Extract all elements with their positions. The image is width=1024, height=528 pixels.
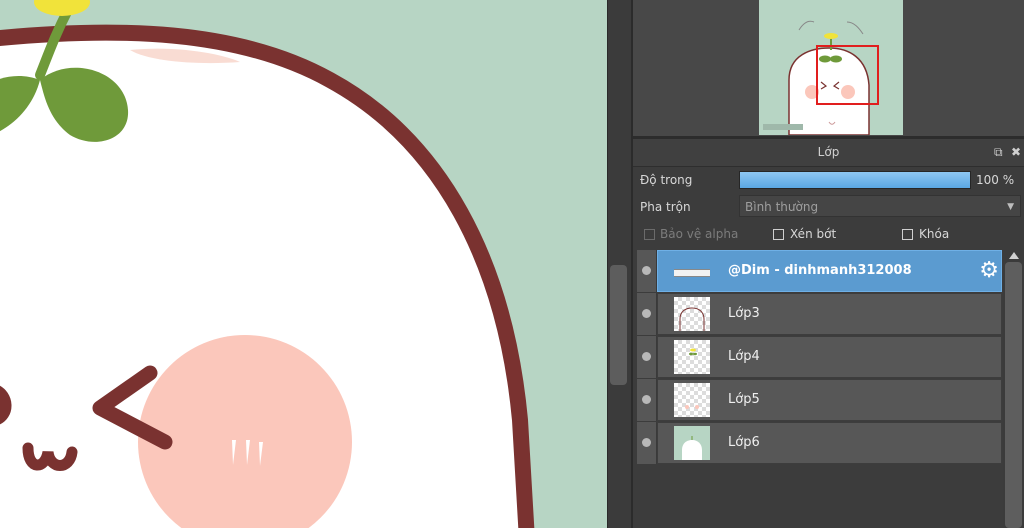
layer-row[interactable]: Lớp4 [637, 336, 1003, 378]
visibility-toggle[interactable] [637, 422, 657, 464]
opacity-slider-fill [740, 172, 970, 188]
visibility-toggle[interactable] [637, 250, 657, 292]
protect-alpha-label: Bảo vệ alpha [660, 227, 739, 241]
layer-row[interactable]: Lớp6 [637, 422, 1003, 464]
lock-checkbox[interactable] [902, 229, 913, 240]
canvas-vertical-scrollbar[interactable] [607, 0, 634, 528]
layer-row[interactable]: Lớp3 [637, 293, 1003, 335]
opacity-label: Độ trong [640, 173, 693, 187]
layer-row-body[interactable]: Lớp6 [657, 422, 1002, 464]
layer-list-scrollbar[interactable] [1003, 250, 1024, 528]
layer-row-body[interactable]: Lớp4 [657, 336, 1002, 378]
opacity-value: 100 % [976, 173, 1015, 187]
visibility-toggle[interactable] [637, 379, 657, 421]
eye-dot-icon [642, 395, 651, 404]
layer-row-body[interactable]: Lớp5 [657, 379, 1002, 421]
blend-mode-label: Pha trộn [640, 200, 691, 214]
drawing-canvas[interactable] [0, 0, 607, 528]
visibility-toggle[interactable] [637, 336, 657, 378]
eye-dot-icon [642, 352, 651, 361]
navigator-preview-artwork [763, 20, 879, 135]
layer-row[interactable]: @Dim - dinhmanh312008 ⚙ [637, 250, 1003, 292]
layer-row-body[interactable]: @Dim - dinhmanh312008 ⚙ [657, 250, 1002, 292]
layer-thumbnail [674, 340, 710, 374]
layer-name: Lớp6 [728, 435, 760, 450]
popout-icon[interactable]: ⧉ [994, 139, 1003, 166]
layer-name: Lớp5 [728, 392, 760, 407]
blend-mode-select[interactable]: Bình thường ▼ [739, 195, 1021, 217]
clipping-label: Xén bớt [790, 227, 837, 241]
eye-dot-icon [642, 438, 651, 447]
layer-thumbnail [674, 297, 710, 331]
canvas-artwork [0, 0, 535, 528]
chevron-down-icon: ▼ [1007, 202, 1014, 212]
navigator-panel [633, 0, 1024, 137]
eye-dot-icon [642, 266, 651, 275]
protect-alpha-checkbox[interactable] [644, 229, 655, 240]
layer-row-body[interactable]: Lớp3 [657, 293, 1002, 335]
opacity-slider[interactable] [739, 171, 971, 189]
layer-thumbnail [674, 426, 710, 460]
scroll-up-icon[interactable] [1009, 252, 1019, 259]
close-icon[interactable]: ✖ [1011, 139, 1021, 166]
layer-name: @Dim - dinhmanh312008 [728, 263, 912, 278]
blend-mode-value: Bình thường [745, 200, 819, 214]
layer-row[interactable]: Lớp5 [637, 379, 1003, 421]
gear-icon[interactable]: ⚙ [979, 260, 999, 282]
navigator-preview[interactable] [759, 0, 903, 135]
layer-list-scroll-thumb[interactable] [1005, 262, 1022, 528]
eye-dot-icon [642, 309, 651, 318]
lock-label: Khóa [919, 227, 950, 241]
layer-name: Lớp4 [728, 349, 760, 364]
layer-name: Lớp3 [728, 306, 760, 321]
layer-panel-title: Lớp [817, 145, 840, 159]
layer-list: @Dim - dinhmanh312008 ⚙ Lớp3 Lớp4 Lớp5 L… [637, 250, 1003, 528]
visibility-toggle[interactable] [637, 293, 657, 335]
layer-thumbnail [674, 254, 710, 288]
layer-thumbnail [674, 383, 710, 417]
layer-panel-header: Lớp ⧉ ✖ [633, 139, 1024, 167]
right-panel: Lớp ⧉ ✖ Độ trong 100 % Pha trộn Bình thư… [633, 0, 1024, 528]
canvas-scroll-thumb[interactable] [610, 265, 627, 385]
clipping-checkbox[interactable] [773, 229, 784, 240]
